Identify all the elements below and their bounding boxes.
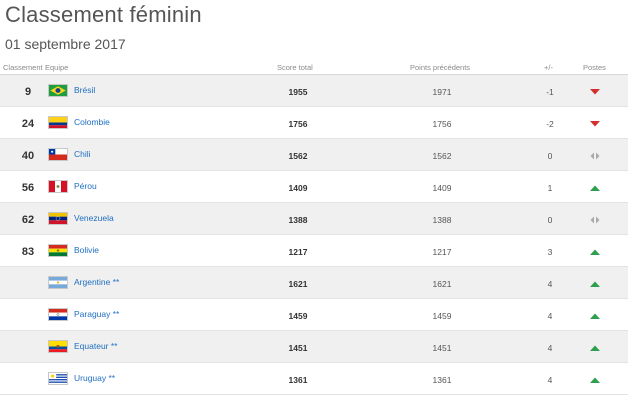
header-score: Score total (277, 63, 313, 72)
peru-flag-icon (48, 180, 68, 193)
header-team: Equipe (45, 63, 69, 72)
table-row: 40 Chili 1562 1562 0 (0, 139, 628, 171)
table-row: 62 Venezuela 1388 1388 0 (0, 203, 628, 235)
score-cell: 1409 (288, 183, 308, 193)
table-header: Classement Equipe Score total Points pré… (0, 62, 628, 75)
diff-cell: 0 (547, 151, 553, 161)
score-cell: 1361 (288, 375, 308, 385)
score-cell: 1388 (288, 215, 308, 225)
diff-cell: 0 (547, 215, 553, 225)
table-row: 24 Colombie 1756 1756 -2 (0, 107, 628, 139)
previous-points-cell: 1621 (432, 279, 452, 289)
score-cell: 1459 (288, 311, 308, 321)
trend-up-icon (588, 279, 602, 289)
diff-cell: 1 (547, 183, 553, 193)
trend-same-icon (588, 151, 602, 161)
paraguay-flag-icon (48, 308, 68, 321)
team-link[interactable]: Venezuela (74, 213, 114, 223)
brazil-flag-icon (48, 84, 68, 97)
table-row: Argentine ** 1621 1621 4 (0, 267, 628, 299)
score-cell: 1217 (288, 247, 308, 257)
diff-cell: -2 (546, 119, 554, 129)
score-cell: 1451 (288, 343, 308, 353)
previous-points-cell: 1409 (432, 183, 452, 193)
ranking-table: Classement Equipe Score total Points pré… (0, 62, 628, 395)
page-title: Classement féminin (5, 2, 202, 27)
table-row: 83 Bolivie 1217 1217 3 (0, 235, 628, 267)
colombia-flag-icon (48, 116, 68, 129)
trend-up-icon (588, 311, 602, 321)
table-row: Equateur ** 1451 1451 4 (0, 331, 628, 363)
header-diff: +/- (544, 63, 553, 72)
previous-points-cell: 1459 (432, 311, 452, 321)
table-body: 9 Brésil 1955 1971 -1 24 Colombie 1756 1756 -2 40 C… (0, 75, 628, 395)
header-rank: Classement (3, 63, 43, 72)
bolivia-flag-icon (48, 244, 68, 257)
trend-up-icon (588, 183, 602, 193)
table-row: Uruguay ** 1361 1361 4 (0, 363, 628, 395)
score-cell: 1621 (288, 279, 308, 289)
venezuela-flag-icon (48, 212, 68, 225)
trend-down-icon (588, 119, 602, 129)
diff-cell: 4 (547, 311, 553, 321)
ecuador-flag-icon (48, 340, 68, 353)
trend-up-icon (588, 343, 602, 353)
page-date: 01 septembre 2017 (5, 36, 126, 52)
team-link[interactable]: Paraguay ** (74, 309, 119, 319)
trend-same-icon (588, 215, 602, 225)
team-link[interactable]: Equateur ** (74, 341, 117, 351)
chile-flag-icon (48, 148, 68, 161)
team-link[interactable]: Uruguay ** (74, 373, 115, 383)
trend-down-icon (588, 87, 602, 97)
table-row: 56 Pérou 1409 1409 1 (0, 171, 628, 203)
trend-up-icon (588, 375, 602, 385)
team-link[interactable]: Bolivie (74, 245, 99, 255)
diff-cell: -1 (546, 87, 554, 97)
previous-points-cell: 1971 (432, 87, 452, 97)
diff-cell: 4 (547, 279, 553, 289)
header-positions: Postes (583, 63, 606, 72)
diff-cell: 4 (547, 343, 553, 353)
trend-up-icon (588, 247, 602, 257)
team-link[interactable]: Argentine ** (74, 277, 119, 287)
previous-points-cell: 1388 (432, 215, 452, 225)
header-previous: Points précédents (410, 63, 471, 72)
previous-points-cell: 1361 (432, 375, 452, 385)
team-link[interactable]: Pérou (74, 181, 97, 191)
table-row: Paraguay ** 1459 1459 4 (0, 299, 628, 331)
score-cell: 1756 (288, 119, 308, 129)
team-link[interactable]: Chili (74, 149, 91, 159)
previous-points-cell: 1451 (432, 343, 452, 353)
previous-points-cell: 1562 (432, 151, 452, 161)
team-link[interactable]: Brésil (74, 85, 95, 95)
score-cell: 1562 (288, 151, 308, 161)
argentina-flag-icon (48, 276, 68, 289)
previous-points-cell: 1756 (432, 119, 452, 129)
diff-cell: 3 (547, 247, 553, 257)
table-row: 9 Brésil 1955 1971 -1 (0, 75, 628, 107)
previous-points-cell: 1217 (432, 247, 452, 257)
uruguay-flag-icon (48, 372, 68, 385)
team-link[interactable]: Colombie (74, 117, 110, 127)
score-cell: 1955 (288, 87, 308, 97)
diff-cell: 4 (547, 375, 553, 385)
